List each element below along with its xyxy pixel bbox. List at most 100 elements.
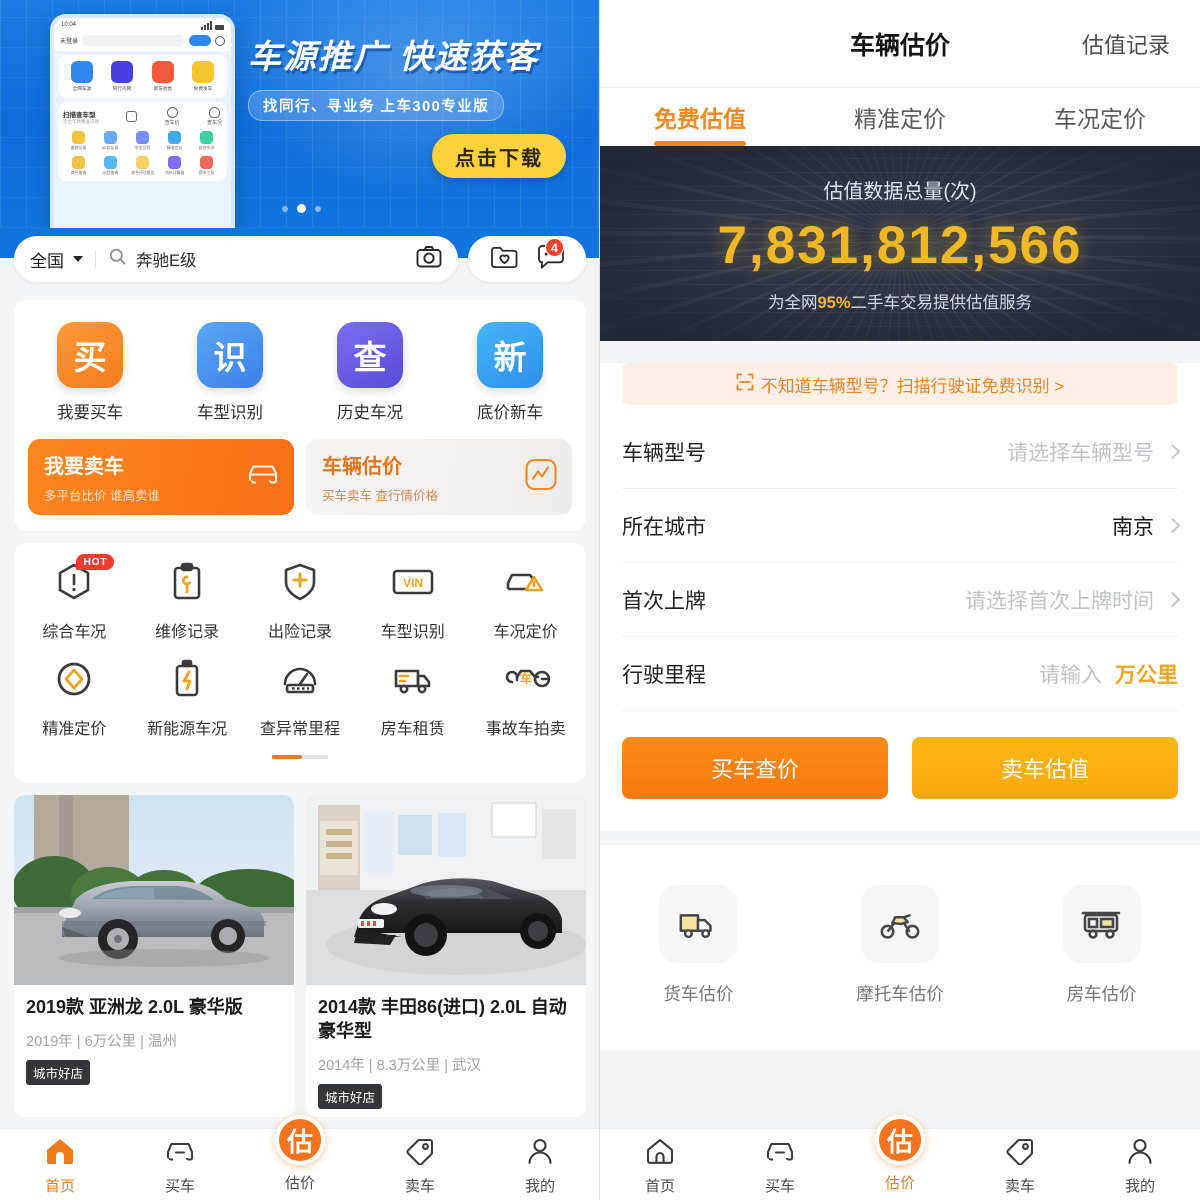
service-label: 精准定价 — [42, 721, 107, 738]
sell-car-card[interactable]: 我要卖车 多平台比价 谁高卖谁 — [28, 439, 294, 515]
scan-license-hint[interactable]: 不知道车辆型号？扫描行驶证免费识别 > — [622, 363, 1178, 405]
tab-precise-pricing[interactable]: 精准定价 — [800, 88, 1000, 146]
vin-plate-icon: VIN — [390, 561, 436, 608]
mockup-scan-title: 扫描查车型 — [63, 111, 96, 119]
mockup-tile: 新车批售 — [145, 61, 181, 92]
mockup-tile: 同行内网 — [104, 61, 140, 92]
city-selector-label[interactable]: 全国 — [30, 247, 64, 272]
service-truck-valuation[interactable]: 货车估价 — [659, 885, 738, 1006]
service-model-identify[interactable]: VIN 车型识别 — [360, 561, 466, 642]
service-label: 查异常里程 — [259, 721, 340, 738]
tab-home[interactable]: 首页 — [600, 1137, 720, 1196]
valuation-fab[interactable]: 估 — [275, 1115, 325, 1165]
valuation-card[interactable]: 车辆估价 买车卖车 查行情价格 — [306, 439, 572, 515]
quick-actions-pill: 4 — [468, 236, 586, 282]
carousel-dot[interactable] — [315, 205, 321, 212]
tab-condition-pricing[interactable]: 车况定价 — [1000, 88, 1200, 146]
quick-entry-label: 我要买车 — [57, 404, 123, 422]
field-first-registration[interactable]: 首次上牌 请选择首次上牌时间 — [622, 563, 1181, 637]
tab-valuation[interactable]: 估 估价 — [840, 1115, 960, 1193]
mockup-tile-label: 免费发车 — [193, 86, 213, 92]
quick-entry-new-car[interactable]: 新 底价新车 — [455, 322, 565, 423]
sell-valuation-button[interactable]: 卖车估值 — [912, 737, 1178, 799]
chevron-down-icon[interactable] — [73, 256, 83, 262]
svg-text:VIN: VIN — [403, 576, 423, 590]
hot-badge: HOT — [76, 554, 115, 570]
motorcycle-icon — [860, 885, 939, 963]
service-label: 新能源车况 — [147, 721, 228, 738]
carousel-dot[interactable] — [282, 205, 288, 212]
service-condition-pricing[interactable]: 车况定价 — [473, 561, 579, 642]
service-rv-valuation[interactable]: 房车估价 — [1062, 885, 1141, 1006]
mockup-scan-frame-icon — [126, 111, 138, 122]
field-mileage[interactable]: 行驶里程 请输入 万公里 — [622, 637, 1178, 711]
mileage-input[interactable]: 请输入 — [1039, 659, 1102, 689]
listing-card[interactable]: 2014款 丰田86(进口) 2.0L 自动豪华型 2014年 | 8.3万公里… — [306, 795, 586, 1117]
valuation-fab[interactable]: 估 — [875, 1115, 925, 1165]
service-accident-auction[interactable]: 车 事故车拍卖 — [473, 658, 579, 739]
tab-profile[interactable]: 我的 — [1080, 1137, 1200, 1196]
listing-tag: 城市好店 — [26, 1059, 91, 1085]
service-precise-pricing[interactable]: 精准定价 — [21, 658, 127, 739]
mockup-scan-item: 查车况 — [207, 107, 222, 126]
buy-price-check-button[interactable]: 买车查价 — [622, 737, 888, 799]
tab-buy-car[interactable]: 买车 — [720, 1137, 840, 1196]
service-rv-rental[interactable]: 房车租赁 — [360, 658, 466, 739]
clipboard-wrench-icon — [166, 561, 208, 608]
service-repair-records[interactable]: 维修记录 — [134, 561, 240, 642]
service-comprehensive-condition[interactable]: HOT 综合车况 — [21, 554, 127, 642]
service-ev-condition[interactable]: 新能源车况 — [134, 658, 240, 739]
mockup-service: 综合车况 — [191, 131, 222, 151]
field-city[interactable]: 所在城市 南京 — [622, 489, 1181, 563]
tab-home[interactable]: 首页 — [0, 1137, 120, 1196]
listing-meta: 2019年 | 6万公里 | 温州 — [26, 1033, 177, 1050]
service-motorcycle-valuation[interactable]: 摩托车估价 — [856, 885, 944, 1006]
mockup-search-button — [189, 35, 211, 46]
folder-heart-icon[interactable] — [490, 244, 519, 275]
quick-entry-history[interactable]: 查 历史车况 — [315, 322, 425, 423]
services-pager[interactable] — [272, 755, 328, 759]
promo-banner[interactable]: 10:04 未登录 全网车源 同行内网 新车批售 免费发车 扫描查车型 定位年款… — [0, 0, 599, 228]
tab-profile[interactable]: 我的 — [480, 1137, 599, 1196]
mockup-tile-label: 新车批售 — [153, 86, 172, 92]
quick-entry-model-id[interactable]: 识 车型识别 — [175, 322, 285, 423]
tab-label: 我的 — [524, 1178, 555, 1195]
user-icon — [526, 1137, 554, 1170]
mockup-service: 商户查询 — [63, 156, 94, 176]
service-insurance-records[interactable]: 出险记录 — [247, 561, 353, 642]
rv-icon — [1062, 885, 1141, 963]
field-value: 请选择车辆型号 — [1007, 441, 1154, 465]
tab-buy-car[interactable]: 买车 — [120, 1137, 240, 1196]
banner-carousel-dots[interactable] — [282, 204, 321, 213]
tab-sell-car[interactable]: 卖车 — [960, 1137, 1080, 1196]
field-value: 南京 — [1112, 515, 1154, 539]
carousel-dot-active[interactable] — [297, 204, 306, 213]
valuation-records-link[interactable]: 估值记录 — [1082, 28, 1170, 60]
search-bar[interactable]: 全国 奔驰E级 — [14, 236, 458, 282]
camera-icon[interactable] — [416, 245, 442, 274]
field-car-model[interactable]: 车辆型号 请选择车辆型号 — [622, 415, 1181, 489]
mockup-avatar-icon — [215, 35, 225, 46]
tab-valuation[interactable]: 估 估价 — [240, 1115, 360, 1193]
mockup-service-row: 维修记录 4S店记录 车型识别 精准定价 综合车况 — [63, 131, 222, 151]
tab-label: 估价 — [884, 1175, 915, 1192]
mockup-tile-label: 全网车源 — [72, 86, 92, 92]
listing-meta: 2014年 | 8.3万公里 | 武汉 — [318, 1057, 482, 1074]
tab-sell-car[interactable]: 卖车 — [360, 1137, 480, 1196]
valuation-card-sub: 买车卖车 查行情价格 — [322, 489, 438, 503]
mockup-login: 未登录 — [60, 39, 79, 45]
car-icon — [764, 1137, 796, 1170]
tab-free-valuation[interactable]: 免费估值 — [600, 88, 800, 146]
service-odometer-check[interactable]: 查异常里程 — [247, 658, 353, 739]
stat-subtitle: 为全网95%二手车交易提供估值服务 — [768, 289, 1032, 313]
tab-label: 卖车 — [1004, 1178, 1035, 1195]
dual-screenshot: 10:04 未登录 全网车源 同行内网 新车批售 免费发车 扫描查车型 定位年款… — [0, 0, 1200, 1200]
listing-card[interactable]: 2019款 亚洲龙 2.0L 豪华版 2019年 | 6万公里 | 温州 城市好… — [14, 795, 294, 1117]
mockup-scan-item: 查车价 — [165, 107, 180, 126]
car-go-icon: 车 — [500, 658, 552, 705]
banner-download-button[interactable]: 点击下载 — [432, 134, 566, 178]
search-icon — [108, 247, 127, 271]
field-label: 首次上牌 — [622, 589, 706, 613]
search-input[interactable]: 奔驰E级 — [136, 247, 197, 271]
quick-entry-buy[interactable]: 买 我要买车 — [35, 322, 145, 423]
